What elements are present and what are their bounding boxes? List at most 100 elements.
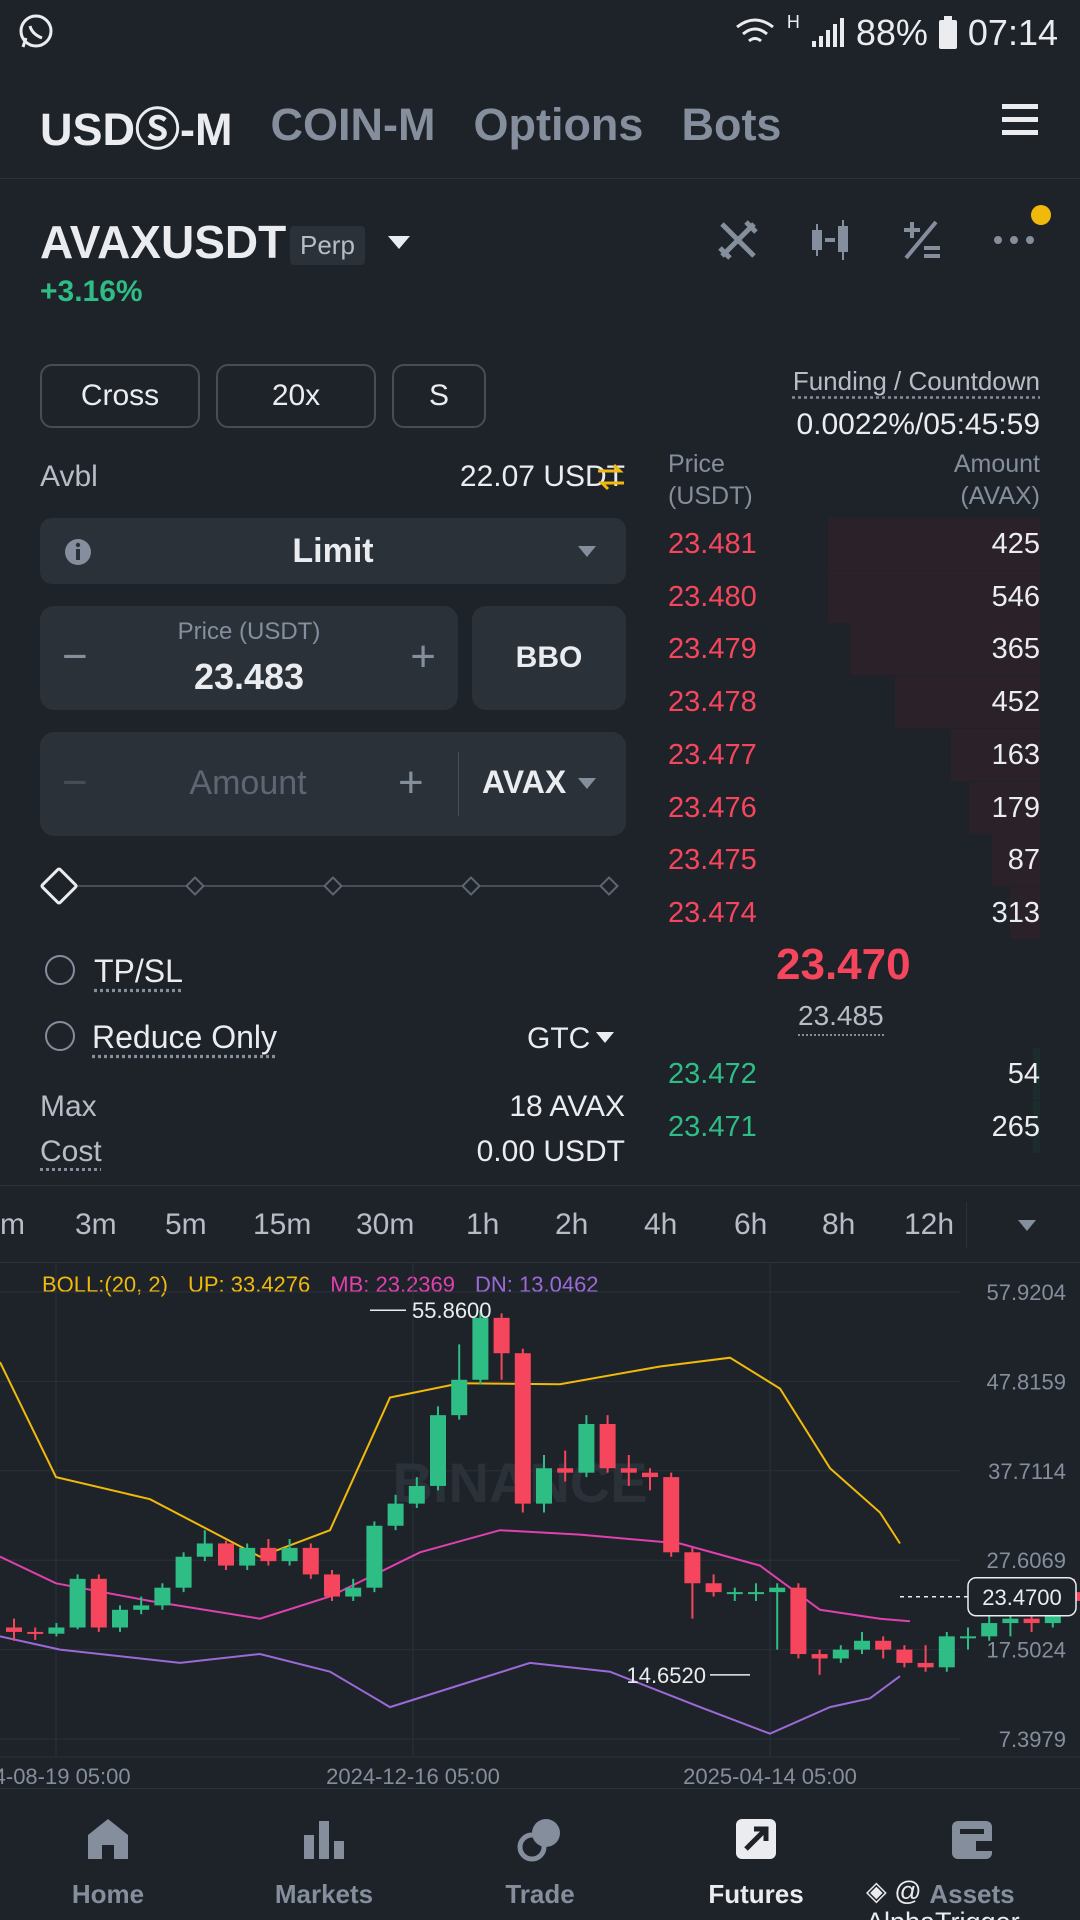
nav-futures[interactable]: Futures (648, 1789, 864, 1920)
tpsl-label[interactable]: TP/SL (94, 953, 183, 990)
leverage-button[interactable]: 20x (216, 364, 376, 428)
funding-label[interactable]: Funding / Countdown (793, 366, 1040, 397)
interval-30m[interactable]: 30m (356, 1208, 414, 1242)
tab-bots[interactable]: Bots (681, 99, 781, 151)
ask-row[interactable]: 23.480 546 (668, 571, 1040, 623)
interval-6h[interactable]: 6h (734, 1208, 767, 1242)
candle-body (27, 1631, 44, 1634)
nav-label: Home (71, 1879, 145, 1909)
candle-body (536, 1468, 552, 1504)
price-increase-button[interactable]: + (410, 632, 436, 682)
interval-1h[interactable]: 1h (466, 1208, 499, 1242)
price-input-value[interactable]: 23.483 (40, 656, 458, 698)
ask-row[interactable]: 23.474 313 (668, 887, 1040, 939)
ask-amount: 313 (991, 896, 1040, 929)
amount-increase-button[interactable]: + (398, 758, 424, 808)
candle-body (790, 1587, 807, 1655)
interval-12h[interactable]: 12h (904, 1208, 954, 1242)
amount-decrease-button[interactable]: − (62, 758, 88, 808)
transfer-icon[interactable] (596, 462, 626, 492)
more-options-icon[interactable] (992, 218, 1036, 262)
bid-row[interactable]: 23.471 265 (668, 1101, 1040, 1153)
menu-icon[interactable] (1000, 100, 1040, 140)
ask-row[interactable]: 23.475 87 (668, 834, 1040, 886)
crossed-swords-icon[interactable] (716, 218, 760, 262)
calculator-icon[interactable] (900, 218, 944, 262)
interval-m[interactable]: m (0, 1208, 25, 1242)
caret-down-icon[interactable] (596, 1032, 614, 1043)
price-input-label: Price (USDT) (177, 618, 321, 645)
amount-placeholder[interactable]: Amount (120, 764, 376, 803)
ask-row[interactable]: 23.478 452 (668, 676, 1040, 728)
max-value: 18 AVAX (509, 1090, 625, 1123)
symbol-name[interactable]: AVAXUSDT (40, 215, 286, 269)
slider-node-25[interactable] (185, 876, 205, 896)
interval-15m[interactable]: 15m (253, 1208, 311, 1242)
cost-value: 0.00 USDT (476, 1135, 625, 1168)
ask-amount: 452 (991, 686, 1040, 719)
nav-trade[interactable]: Trade (432, 1789, 648, 1920)
ask-row[interactable]: 23.476 179 (668, 782, 1040, 834)
interval-4h[interactable]: 4h (644, 1208, 677, 1242)
mark-price[interactable]: 23.485 (798, 1000, 884, 1036)
price-input[interactable]: − Price (USDT) 23.483 + (40, 606, 458, 710)
candle-body (281, 1547, 298, 1562)
reduce-only-label[interactable]: Reduce Only (92, 1019, 277, 1056)
candle-body (514, 1353, 531, 1504)
bbo-button[interactable]: BBO (472, 606, 626, 710)
tpsl-checkbox[interactable] (45, 955, 75, 985)
tab-coin-m[interactable]: COIN-M (270, 99, 435, 151)
amount-unit-select[interactable]: AVAX (482, 764, 566, 801)
caret-down-icon (578, 546, 596, 557)
slider-node-50[interactable] (323, 876, 343, 896)
interval-3m[interactable]: 3m (75, 1208, 117, 1242)
y-tick-label: 27.6069 (986, 1548, 1066, 1573)
cost-label[interactable]: Cost (40, 1135, 102, 1169)
slider-node-75[interactable] (461, 876, 481, 896)
candle-body (218, 1543, 234, 1566)
current-price-label: 23.4700 (982, 1585, 1062, 1610)
ask-row[interactable]: 23.479 365 (668, 623, 1040, 675)
slider-node-100[interactable] (599, 876, 619, 896)
low-price-label: 14.6520 (626, 1663, 706, 1688)
amount-input[interactable]: − Amount + AVAX (40, 732, 626, 836)
slider-thumb[interactable] (39, 866, 79, 906)
candle-body (960, 1636, 976, 1639)
signal-icon (811, 18, 844, 47)
divider (966, 1202, 967, 1248)
candle-body (260, 1547, 277, 1562)
asset-mode-button[interactable]: S (392, 364, 486, 428)
interval-5m[interactable]: 5m (165, 1208, 207, 1242)
interval-8h[interactable]: 8h (822, 1208, 855, 1242)
caret-down-icon[interactable] (1018, 1220, 1036, 1231)
ask-row[interactable]: 23.481 425 (668, 518, 1040, 570)
nav-home[interactable]: Home (0, 1789, 216, 1920)
whatsapp-icon (19, 14, 53, 48)
candle-body (345, 1587, 362, 1597)
ask-row[interactable]: 23.477 163 (668, 729, 1040, 781)
candle-body (472, 1317, 489, 1380)
tab-options[interactable]: Options (473, 99, 643, 151)
x-tick-label: 24-08-19 05:00 (0, 1764, 131, 1788)
order-type-select[interactable]: Limit (40, 518, 626, 584)
candle-body (938, 1636, 955, 1668)
markets-icon (304, 1821, 344, 1859)
chevron-down-icon[interactable] (388, 236, 410, 249)
time-in-force-select[interactable]: GTC (527, 1022, 590, 1056)
nav-markets[interactable]: Markets (216, 1789, 432, 1920)
ask-amount: 425 (991, 528, 1040, 560)
last-price[interactable]: 23.470 (776, 940, 911, 990)
candle-body (981, 1623, 998, 1637)
price-chart[interactable]: BINANCE 57.920447.815937.711427.606917.5… (0, 1262, 1080, 1788)
interval-2h[interactable]: 2h (555, 1208, 588, 1242)
margin-mode-button[interactable]: Cross (40, 364, 200, 428)
tab-usds-m[interactable]: USDⓈ-M (40, 93, 232, 158)
candle-body (663, 1477, 680, 1553)
caret-down-icon[interactable] (578, 778, 596, 789)
bid-row[interactable]: 23.472 54 (668, 1048, 1040, 1100)
candle-body (599, 1424, 616, 1469)
ask-price: 23.477 (668, 738, 757, 771)
candlestick-chart-icon[interactable] (808, 218, 852, 262)
candle-body (811, 1654, 828, 1659)
reduce-only-checkbox[interactable] (45, 1021, 75, 1051)
